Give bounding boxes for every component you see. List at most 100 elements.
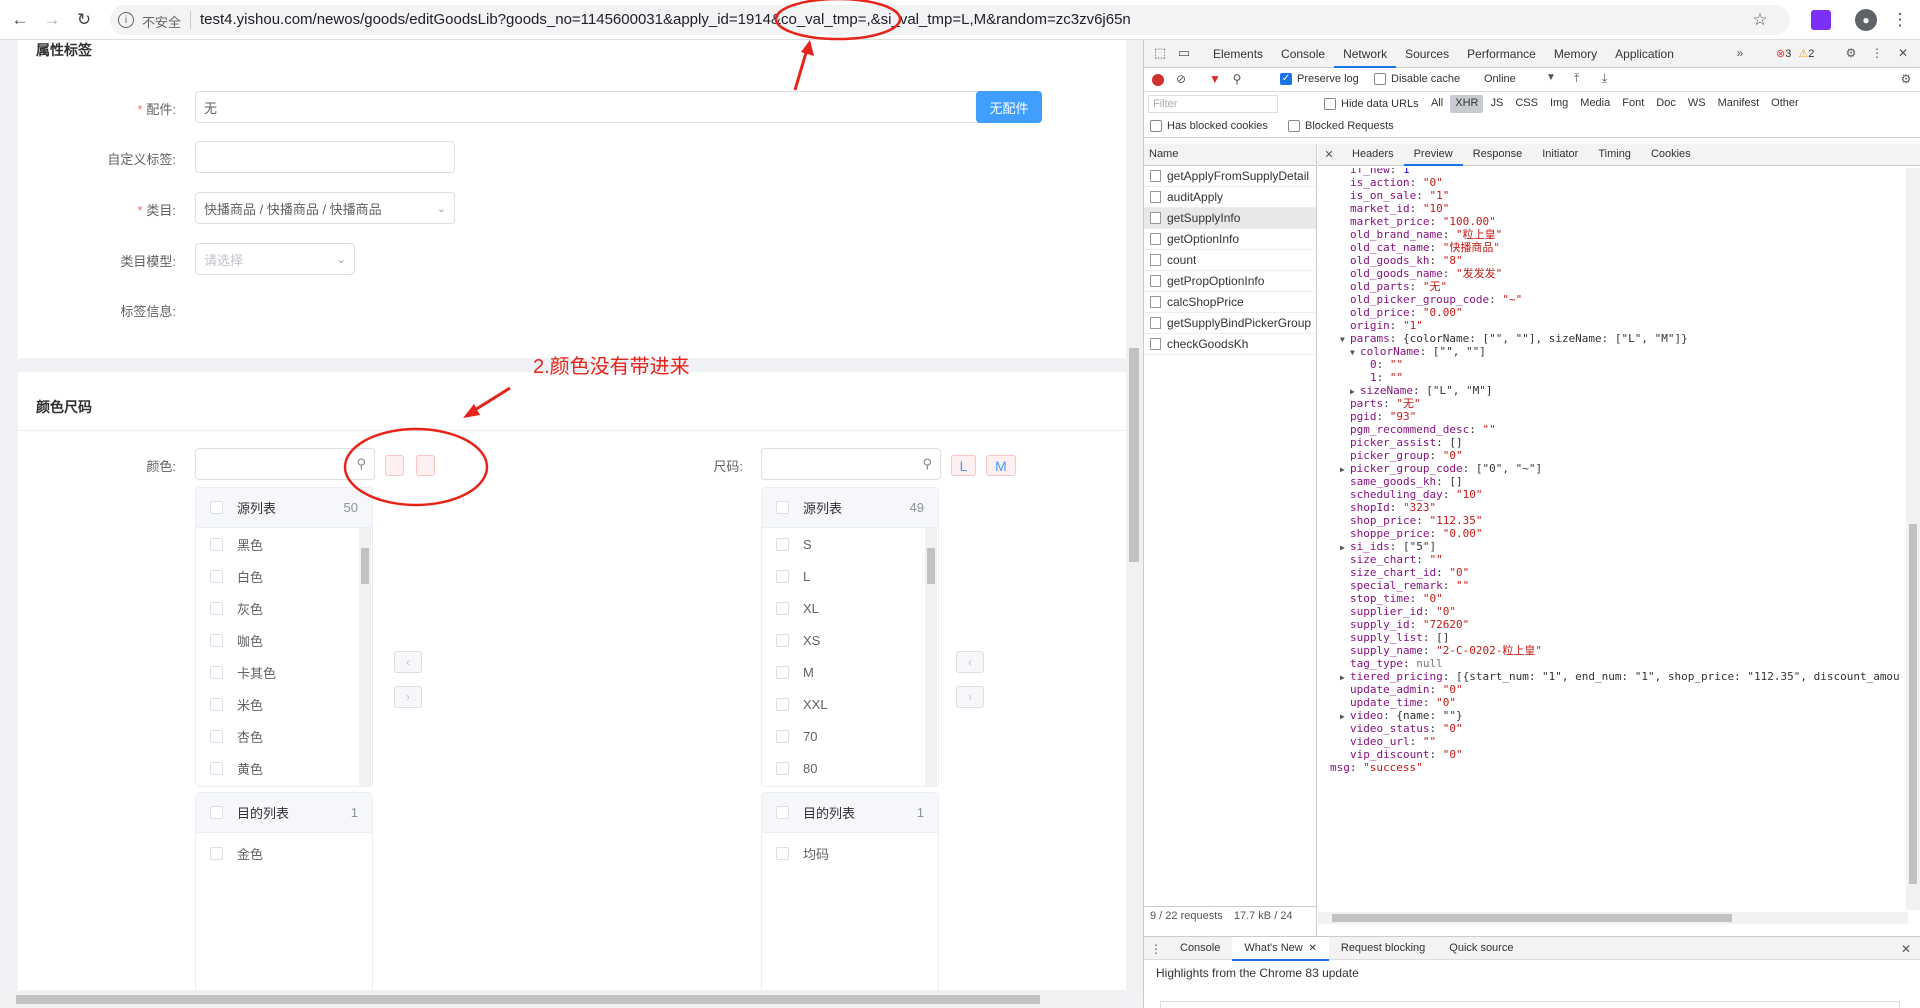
filter-input[interactable]: Filter [1148,95,1278,113]
devtools-panel: ⬚ ▭ Elements Console Network Sources Perform… [1143,40,1920,1008]
annotation-arrowhead [463,404,480,418]
gear-icon[interactable]: ⚙ [1843,45,1859,61]
detail-tabs: Headers Preview Response Initiator Timing Coo… [1342,144,1701,166]
detail-tab-initiator[interactable]: Initiator [1532,144,1588,166]
preview-value: "0.00" [1442,527,1483,540]
error-icon: ⊗ [1776,48,1786,60]
drawer-tab[interactable]: Quick source [1437,937,1525,961]
throttle-select[interactable]: Online [1484,73,1516,85]
import-icon[interactable]: ⤒ [1574,71,1579,86]
status-requests: 9 / 22 requests [1150,910,1223,922]
expand-caret-icon[interactable]: ▼ [1350,345,1360,361]
preview-line: msg: "success" [1330,760,1423,776]
file-icon [1150,191,1161,203]
request-name: auditApply [1167,190,1224,204]
preview-value: ["L", "M"] [1426,384,1493,397]
type-filter-ws[interactable]: WS [1683,95,1711,113]
request-row[interactable]: count [1144,250,1316,271]
type-filter-other[interactable]: Other [1766,95,1804,113]
clear-icon[interactable]: ⊘ [1174,72,1188,86]
more-tabs-icon[interactable]: » [1732,45,1748,61]
request-row[interactable]: getPropOptionInfo [1144,271,1316,292]
detail-tab-timing[interactable]: Timing [1588,144,1641,166]
drawer-content: Highlights from the Chrome 83 update [1156,966,1359,980]
gear-icon[interactable]: ⚙ [1899,72,1913,86]
preview-pane: if_new: 1 is_action: "0" is_on_sale: "1" ma… [1330,168,1900,908]
drawer-tab-label: Quick source [1449,942,1514,954]
more-icon[interactable]: ⋮ [1869,45,1885,61]
type-filter-js[interactable]: JS [1485,95,1508,113]
expand-caret-icon[interactable]: ▼ [1340,332,1350,348]
detail-tab-response[interactable]: Response [1463,144,1533,166]
type-filter-img[interactable]: Img [1545,95,1573,113]
disable-cache-checkbox[interactable] [1374,73,1386,85]
type-filter-manifest[interactable]: Manifest [1713,95,1765,113]
close-icon[interactable]: ✕ [1895,45,1911,61]
detail-tab-headers[interactable]: Headers [1342,144,1404,166]
request-row[interactable]: auditApply [1144,187,1316,208]
request-name: getSupplyBindPickerGroup [1167,316,1312,330]
devtools-tab-application[interactable]: Application [1606,40,1683,68]
colon: : [1469,423,1483,436]
close-icon[interactable]: ✕ [1322,147,1336,161]
name-header[interactable]: Name [1144,144,1317,166]
drawer-tab-label: Console [1180,942,1221,954]
preview-value: "10" [1455,488,1483,501]
preserve-log-checkbox[interactable]: ✓ [1280,73,1292,85]
scrollbar-thumb[interactable] [1909,524,1917,884]
profile-icon[interactable]: ● [1855,9,1877,31]
device-icon[interactable]: ▭ [1176,45,1192,61]
devtools-tab-elements[interactable]: Elements [1204,40,1272,68]
close-icon[interactable]: ✕ [1306,943,1316,954]
caret-down-icon[interactable]: ▼ [1546,72,1556,83]
devtools-tab-memory[interactable]: Memory [1545,40,1606,68]
record-icon[interactable] [1152,74,1164,86]
error-badge[interactable]: ⊗3 ⚠2 [1776,47,1814,60]
has-blocked-label: Has blocked cookies [1167,120,1268,132]
type-filter-xhr[interactable]: XHR [1450,95,1484,113]
inspect-icon[interactable]: ⬚ [1152,45,1168,61]
export-icon[interactable]: ⤓ [1602,71,1607,86]
scrollbar-thumb[interactable] [1332,914,1732,922]
drawer-tab[interactable]: Console [1168,937,1232,961]
annotation-text: 2.颜色没有带进来 [533,356,690,378]
preview-value: "0.00" [1422,306,1463,319]
extension-icon[interactable] [1811,10,1831,30]
more-icon[interactable]: ⋮ [1150,941,1162,957]
drawer-tab[interactable]: Request blocking [1329,937,1437,961]
search-icon[interactable]: ⚲ [1230,72,1244,86]
request-row[interactable]: getOptionInfo [1144,229,1316,250]
request-row[interactable]: getApplyFromSupplyDetail [1144,166,1316,187]
type-filter-css[interactable]: CSS [1510,95,1543,113]
devtools-tab-performance[interactable]: Performance [1458,40,1545,68]
devtools-tab-console[interactable]: Console [1272,40,1334,68]
file-icon [1150,254,1161,266]
devtools-tab-sources[interactable]: Sources [1396,40,1458,68]
request-row[interactable]: calcShopPrice [1144,292,1316,313]
blocked-requests-checkbox[interactable] [1288,120,1300,132]
menu-icon[interactable]: ⋮ [1890,9,1910,31]
annotation-overlay [343,0,902,507]
star-icon[interactable]: ☆ [1750,10,1770,30]
preview-h-scrollbar[interactable] [1318,912,1908,924]
request-row[interactable]: getSupplyBindPickerGroup [1144,313,1316,334]
type-filter-doc[interactable]: Doc [1651,95,1681,113]
detail-tab-cookies[interactable]: Cookies [1641,144,1701,166]
drawer-tab-label: What's New [1244,942,1303,954]
request-row[interactable]: getSupplyInfo [1144,208,1316,229]
type-filter-media[interactable]: Media [1575,95,1615,113]
close-icon[interactable]: ✕ [1899,942,1913,956]
drawer-tab[interactable]: What's New ✕ [1232,937,1329,961]
filter-icon[interactable]: ▼ [1208,72,1222,86]
annotation-ellipse [343,427,489,507]
devtools-tab-network[interactable]: Network [1334,40,1397,68]
status-bar: 9 / 22 requests 17.7 kB / 24 [1144,906,1317,926]
preview-scrollbar[interactable] [1906,168,1920,910]
request-row[interactable]: checkGoodsKh [1144,334,1316,355]
detail-tab-preview[interactable]: Preview [1403,144,1463,166]
blocked-row: Has blocked cookies Blocked Requests [1144,116,1920,138]
type-filter-font[interactable]: Font [1617,95,1649,113]
type-filter-all[interactable]: All [1426,95,1448,113]
hide-data-urls-checkbox[interactable] [1324,98,1336,110]
has-blocked-checkbox[interactable] [1150,120,1162,132]
